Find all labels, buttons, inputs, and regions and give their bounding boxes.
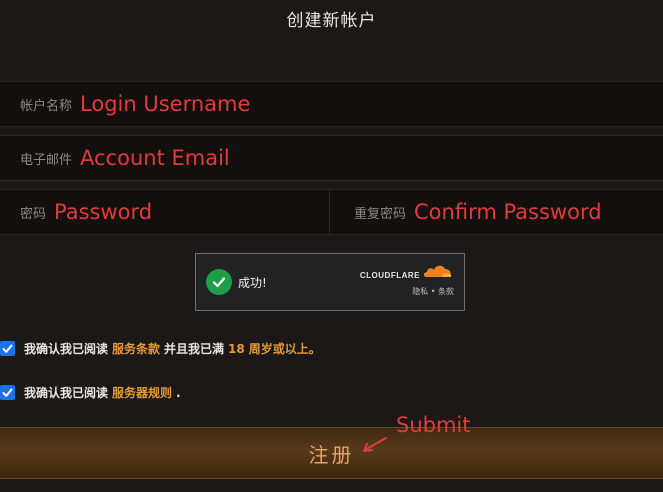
- cloudflare-logo: CLOUDFLARE: [359, 265, 454, 284]
- rules-prefix: 我确认我已阅读: [24, 386, 109, 400]
- email-input[interactable]: [80, 146, 301, 170]
- password-row: 密码 重复密码: [0, 189, 663, 235]
- email-row: 电子邮件: [0, 135, 663, 181]
- username-input[interactable]: [80, 92, 301, 116]
- cloudflare-brand: CLOUDFLARE 隐私 • 条款: [359, 265, 454, 297]
- password-label: 密码: [20, 206, 47, 222]
- rules-agreement: 我确认我已阅读 服务器规则 .: [0, 384, 181, 401]
- annotation-arrow-icon: [363, 437, 387, 452]
- tos-suffix: 周岁或以上。: [248, 342, 321, 356]
- cloudflare-cloud-icon: [423, 265, 452, 277]
- cloudflare-links: 隐私 • 条款: [412, 286, 454, 297]
- rules-link[interactable]: 服务器规则: [112, 384, 172, 401]
- confirm-password-input[interactable]: [414, 200, 635, 224]
- tos-agreement: 我确认我已阅读 服务条款 并且我已满 18 周岁或以上。: [0, 340, 325, 357]
- password-input[interactable]: [54, 200, 275, 224]
- submit-annotation: Submit: [396, 413, 471, 437]
- email-field: 电子邮件: [0, 136, 663, 180]
- email-label: 电子邮件: [20, 152, 73, 168]
- username-field: 帐户名称: [0, 82, 663, 126]
- username-label: 帐户名称: [20, 98, 73, 114]
- tos-middle: 并且我已满: [164, 342, 225, 356]
- username-row: 帐户名称: [0, 81, 663, 127]
- tos-prefix: 我确认我已阅读: [24, 342, 109, 356]
- success-check-icon: [206, 269, 232, 295]
- register-page: 创建新帐户 帐户名称 电子邮件 密码 重复密码 成功!: [0, 0, 663, 492]
- register-button-label: 注册: [308, 442, 355, 467]
- rules-suffix: .: [176, 385, 181, 400]
- confirm-password-label: 重复密码: [354, 206, 407, 222]
- page-title: 创建新帐户: [286, 11, 377, 31]
- checkmark-icon: [2, 388, 13, 397]
- confirm-password-field: 重复密码: [329, 190, 663, 234]
- checkmark-icon: [2, 344, 13, 353]
- password-field: 密码: [0, 190, 329, 234]
- privacy-link[interactable]: 隐私: [412, 287, 428, 296]
- terms-link[interactable]: 条款: [438, 287, 454, 296]
- rules-checkbox[interactable]: [0, 385, 15, 400]
- link-separator: •: [430, 286, 436, 296]
- tos-link[interactable]: 服务条款: [112, 340, 160, 357]
- tos-checkbox[interactable]: [0, 341, 15, 356]
- register-button[interactable]: 注册: [0, 427, 663, 479]
- turnstile-widget[interactable]: 成功! CLOUDFLARE 隐私 • 条款: [195, 253, 465, 311]
- cloudflare-text: CLOUDFLARE: [359, 271, 420, 280]
- captcha-status: 成功!: [238, 275, 267, 290]
- age-value: 18: [228, 341, 245, 356]
